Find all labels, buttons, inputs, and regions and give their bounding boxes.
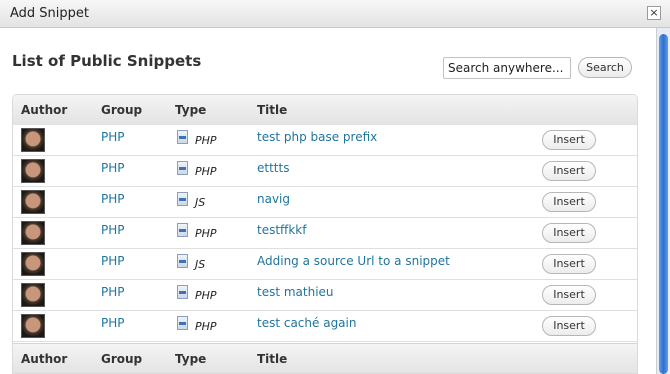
file-icon xyxy=(177,285,188,299)
type-label: PHP xyxy=(195,320,217,333)
group-link[interactable]: PHP xyxy=(101,161,125,175)
file-icon xyxy=(177,223,188,237)
dialog-title: Add Snippet xyxy=(10,6,90,21)
type-label: PHP xyxy=(195,289,217,302)
page-title: List of Public Snippets xyxy=(12,52,202,70)
insert-button[interactable]: Insert xyxy=(542,223,596,243)
author-avatar xyxy=(21,159,45,183)
file-icon xyxy=(177,316,188,330)
snippet-title-link[interactable]: testffkkf xyxy=(257,223,306,237)
search-input[interactable] xyxy=(443,57,571,79)
snippet-title-link[interactable]: Adding a source Url to a snippet xyxy=(257,254,450,268)
type-label: JS xyxy=(195,258,206,271)
column-header-author: Author xyxy=(21,103,68,117)
snippets-table: Author Group Type Title PHP PHP test php… xyxy=(12,94,638,374)
snippet-title-link[interactable]: navig xyxy=(257,192,290,206)
table-header: Author Group Type Title xyxy=(13,95,637,126)
insert-button[interactable]: Insert xyxy=(542,316,596,336)
table-row: PHP PHP test php base prefix Insert xyxy=(13,125,637,156)
group-link[interactable]: PHP xyxy=(101,254,125,268)
insert-button[interactable]: Insert xyxy=(542,285,596,305)
insert-button[interactable]: Insert xyxy=(542,130,596,150)
table-row: PHP JS navig Insert xyxy=(13,187,637,218)
column-header-group: Group xyxy=(101,103,143,117)
type-label: JS xyxy=(195,196,206,209)
column-header-title: Title xyxy=(257,103,288,117)
author-avatar xyxy=(21,283,45,307)
author-avatar xyxy=(21,314,45,338)
file-icon xyxy=(177,192,188,206)
column-footer-title: Title xyxy=(257,352,288,366)
author-avatar xyxy=(21,190,45,214)
table-row: PHP PHP testffkkf Insert xyxy=(13,218,637,249)
table-row: PHP PHP etttts Insert xyxy=(13,156,637,187)
file-icon xyxy=(177,161,188,175)
type-label: PHP xyxy=(195,227,217,240)
column-footer-group: Group xyxy=(101,352,143,366)
snippet-title-link[interactable]: test php base prefix xyxy=(257,130,377,144)
close-icon: × xyxy=(649,6,659,19)
author-avatar xyxy=(21,128,45,152)
file-icon xyxy=(177,254,188,268)
group-link[interactable]: PHP xyxy=(101,192,125,206)
group-link[interactable]: PHP xyxy=(101,130,125,144)
column-header-type: Type xyxy=(175,103,207,117)
table-row: PHP PHP test caché again Insert xyxy=(13,311,637,342)
type-label: PHP xyxy=(195,165,217,178)
author-avatar xyxy=(21,221,45,245)
column-footer-type: Type xyxy=(175,352,207,366)
table-row: PHP PHP test mathieu Insert xyxy=(13,280,637,311)
author-avatar xyxy=(21,252,45,276)
type-label: PHP xyxy=(195,134,217,147)
insert-button[interactable]: Insert xyxy=(542,192,596,212)
insert-button[interactable]: Insert xyxy=(542,254,596,274)
table-footer: Author Group Type Title xyxy=(13,343,637,373)
table-row: PHP JS Adding a source Url to a snippet … xyxy=(13,249,637,280)
dialog-titlebar: Add Snippet × xyxy=(0,0,670,28)
group-link[interactable]: PHP xyxy=(101,316,125,330)
snippet-title-link[interactable]: test mathieu xyxy=(257,285,334,299)
scrollbar-thumb[interactable] xyxy=(659,34,668,374)
search-button[interactable]: Search xyxy=(578,57,632,78)
insert-button[interactable]: Insert xyxy=(542,161,596,181)
snippet-title-link[interactable]: etttts xyxy=(257,161,289,175)
vertical-scrollbar[interactable] xyxy=(656,28,670,374)
snippet-title-link[interactable]: test caché again xyxy=(257,316,356,330)
file-icon xyxy=(177,130,188,144)
group-link[interactable]: PHP xyxy=(101,223,125,237)
close-button[interactable]: × xyxy=(647,6,661,20)
group-link[interactable]: PHP xyxy=(101,285,125,299)
column-footer-author: Author xyxy=(21,352,68,366)
